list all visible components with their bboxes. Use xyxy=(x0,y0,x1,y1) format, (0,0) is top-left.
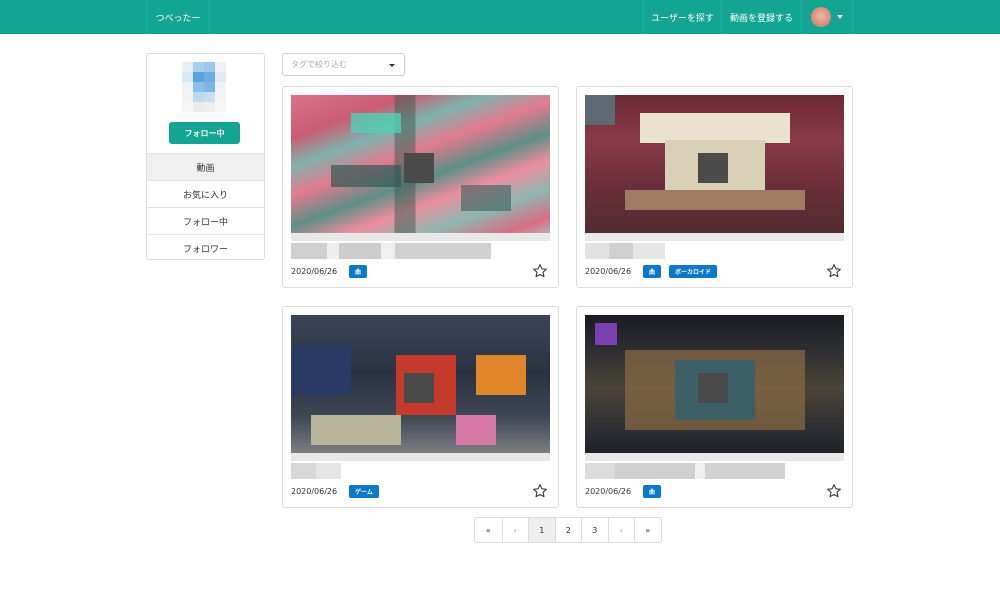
page-2-button[interactable]: 2 xyxy=(554,518,582,542)
video-title[interactable] xyxy=(291,243,491,259)
video-date: 2020/06/26 xyxy=(291,267,338,276)
tag-badge[interactable]: ゲーム xyxy=(349,485,379,498)
star-outline-icon[interactable] xyxy=(532,263,548,279)
video-thumbnail[interactable] xyxy=(585,315,844,461)
menu-item-favorites[interactable]: お気に入り xyxy=(147,180,264,207)
video-title[interactable] xyxy=(291,463,341,479)
caret-down-icon xyxy=(389,64,395,67)
page-next-button[interactable]: › xyxy=(607,518,635,542)
tag-filter-placeholder: タグで絞り込む xyxy=(291,60,347,69)
menu-item-followers[interactable]: フォロワー xyxy=(147,234,264,261)
video-thumbnail[interactable] xyxy=(291,95,550,241)
tag-badge[interactable]: 曲 xyxy=(349,265,368,278)
video-thumbnail[interactable] xyxy=(291,315,550,461)
pagination: « ‹ 1 2 3 › » xyxy=(474,517,662,543)
star-outline-icon[interactable] xyxy=(532,483,548,499)
tag-badge[interactable]: ボーカロイド xyxy=(669,265,718,278)
star-outline-icon[interactable] xyxy=(826,263,842,279)
video-date: 2020/06/26 xyxy=(585,267,632,276)
star-outline-icon[interactable] xyxy=(826,483,842,499)
video-title[interactable] xyxy=(585,243,665,259)
brand-link[interactable]: つべったー xyxy=(146,0,210,34)
page-first-button[interactable]: « xyxy=(475,518,502,542)
find-users-link[interactable]: ユーザーを探す xyxy=(643,0,721,34)
video-card[interactable]: 2020/06/26 曲 xyxy=(576,306,853,508)
profile-menu: 動画 お気に入り フォロー中 フォロワー xyxy=(147,153,264,261)
tag-badge[interactable]: 曲 xyxy=(643,485,662,498)
register-video-link[interactable]: 動画を登録する xyxy=(721,0,801,34)
tag-filter-select[interactable]: タグで絞り込む xyxy=(282,53,405,76)
user-menu-toggle[interactable] xyxy=(801,0,853,34)
profile-card: フォロー中 動画 お気に入り フォロー中 フォロワー xyxy=(146,53,265,260)
caret-down-icon xyxy=(837,15,843,19)
video-thumbnail[interactable] xyxy=(585,95,844,241)
video-date: 2020/06/26 xyxy=(291,487,338,496)
navbar: つべったー ユーザーを探す 動画を登録する xyxy=(0,0,1000,34)
avatar xyxy=(811,7,831,27)
video-card[interactable]: 2020/06/26 曲 ボーカロイド xyxy=(576,86,853,288)
menu-item-following[interactable]: フォロー中 xyxy=(147,207,264,234)
page-last-button[interactable]: » xyxy=(634,518,661,542)
page-prev-button[interactable]: ‹ xyxy=(501,518,529,542)
video-date: 2020/06/26 xyxy=(585,487,632,496)
video-title[interactable] xyxy=(585,463,785,479)
video-card[interactable]: 2020/06/26 曲 xyxy=(282,86,559,288)
page-3-button[interactable]: 3 xyxy=(581,518,608,542)
video-card[interactable]: 2020/06/26 ゲーム xyxy=(282,306,559,508)
profile-avatar xyxy=(182,62,226,112)
tag-badge[interactable]: 曲 xyxy=(643,265,662,278)
page-1-button[interactable]: 1 xyxy=(528,518,555,542)
menu-item-videos[interactable]: 動画 xyxy=(147,153,264,180)
follow-button[interactable]: フォロー中 xyxy=(169,122,240,144)
